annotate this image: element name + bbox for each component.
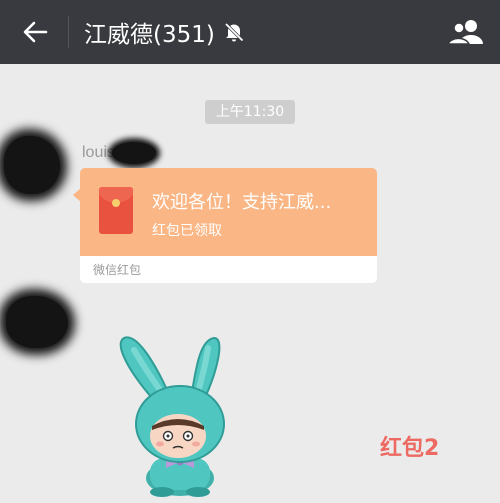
red-envelope-icon bbox=[99, 187, 133, 234]
bunny-hat-character-sticker[interactable] bbox=[110, 330, 250, 498]
arrow-left-icon bbox=[23, 21, 48, 43]
name-redaction bbox=[112, 142, 156, 164]
message-timestamp: 上午11:30 bbox=[205, 100, 295, 124]
red-packet-title: 欢迎各位！支持江威... bbox=[152, 192, 332, 213]
header-divider bbox=[68, 16, 69, 48]
group-info-button[interactable] bbox=[446, 16, 486, 48]
sender-avatar[interactable] bbox=[6, 296, 68, 348]
watermark-caption: 红包2 bbox=[380, 436, 440, 461]
chat-title: 江威德(351) bbox=[84, 22, 215, 48]
red-packet-footer-bar: 微信红包 bbox=[80, 256, 377, 283]
red-packet-message[interactable]: 欢迎各位！支持江威... 红包已领取 微信红包 bbox=[73, 168, 377, 283]
group-people-icon bbox=[447, 20, 483, 45]
back-button[interactable] bbox=[18, 16, 52, 48]
red-packet-body: 欢迎各位！支持江威... 红包已领取 bbox=[80, 168, 377, 256]
red-packet-status: 红包已领取 bbox=[152, 223, 222, 239]
chat-title-group: 江威德(351) bbox=[84, 16, 245, 48]
bell-off-icon bbox=[223, 21, 245, 43]
sender-name: louis bbox=[82, 144, 115, 161]
red-packet-footer: 微信红包 bbox=[93, 263, 142, 277]
title-bar: 江威德(351) bbox=[0, 0, 500, 64]
sender-avatar[interactable] bbox=[4, 136, 60, 194]
